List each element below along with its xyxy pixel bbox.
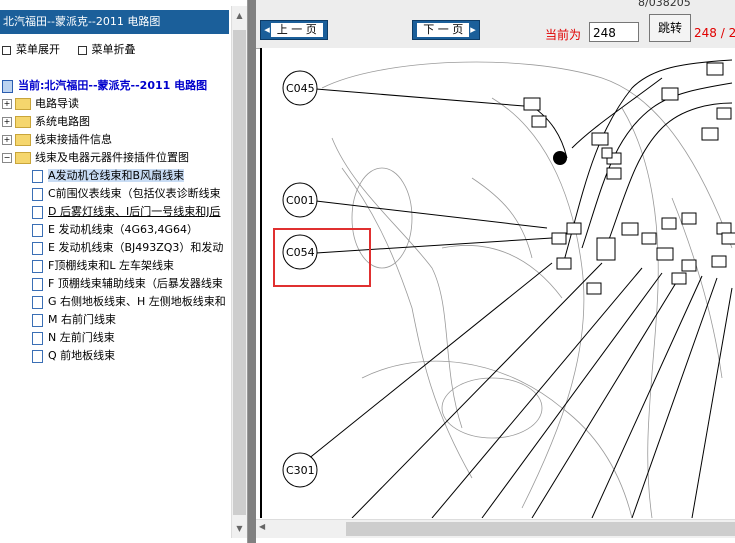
connector-c301-label[interactable]: C301 <box>286 464 315 477</box>
page-total: 248 / 2 <box>694 26 735 40</box>
document-icon <box>32 169 43 183</box>
tree-item[interactable]: A发动机仓线束和B风扇线束 <box>2 167 228 185</box>
current-page-label: 当前为 <box>545 28 582 42</box>
scroll-up-icon[interactable]: ▲ <box>232 8 247 23</box>
tree-folder[interactable]: + 线束接插件信息 <box>2 131 228 149</box>
connector-blocks <box>523 62 735 295</box>
connector-labels <box>282 70 318 488</box>
expand-icon <box>2 45 11 55</box>
plus-icon[interactable]: + <box>2 117 12 127</box>
sidebar-panel: 北汽福田--蒙派克--2011 电路图 菜单展开 菜单折叠 当前:北汽福田--蒙… <box>0 0 248 543</box>
tree-item[interactable]: D 后雾灯线束、I后门一号线束和J后 <box>2 203 228 221</box>
computer-icon <box>2 79 13 93</box>
tree-item[interactable]: E 发动机线束（4G63,4G64） <box>2 221 228 239</box>
folder-icon <box>15 134 31 146</box>
document-icon <box>32 205 43 219</box>
tree-item[interactable]: C前围仪表线束（包括仪表诊断线束 <box>2 185 228 203</box>
ground-point-icon <box>553 151 567 165</box>
folder-icon <box>15 116 31 128</box>
plus-icon[interactable]: + <box>2 99 12 109</box>
page-toolbar: 8/038205 ◂ 上 一 页 下 一 页 ▸ 当前为 248 跳转 248 / … <box>256 0 735 49</box>
connector-c001-label[interactable]: C001 <box>286 194 315 207</box>
document-icon <box>32 349 43 363</box>
folder-icon <box>15 98 31 110</box>
jump-button[interactable]: 跳转 <box>649 14 691 42</box>
sidebar-title: 北汽福田--蒙派克--2011 电路图 <box>0 10 229 34</box>
scroll-down-icon[interactable]: ▼ <box>232 521 247 536</box>
document-icon <box>32 187 43 201</box>
tree-folder[interactable]: − 线束及电器元器件接插件位置图 <box>2 149 228 167</box>
minus-icon[interactable]: − <box>2 153 12 163</box>
tree-root[interactable]: 当前:北汽福田--蒙派克--2011 电路图 <box>2 77 228 95</box>
document-number: 8/038205 <box>638 0 691 9</box>
tree-view: 当前:北汽福田--蒙派克--2011 电路图 + 电路导读 + 系统电路图 + 线束接… <box>2 77 228 365</box>
hscroll-thumb[interactable] <box>346 522 735 536</box>
connector-c045-label[interactable]: C045 <box>286 82 315 95</box>
document-icon <box>32 295 43 309</box>
tree-item[interactable]: Q 前地板线束 <box>2 347 228 365</box>
scroll-thumb[interactable] <box>233 30 246 515</box>
tree-item[interactable]: G 右侧地板线束、H 左侧地板线束和 <box>2 293 228 311</box>
diagram-hscrollbar[interactable]: ◀ <box>256 519 735 538</box>
collapse-all-button[interactable]: 菜单折叠 <box>77 43 136 56</box>
document-icon <box>32 241 43 255</box>
sidebar-scrollbar[interactable]: ▲ ▼ <box>231 6 247 538</box>
diagram-svg: C045 C001 C054 C301 <box>273 59 735 518</box>
tree-folder[interactable]: + 系统电路图 <box>2 113 228 131</box>
document-icon <box>32 223 43 237</box>
scroll-left-icon[interactable]: ◀ <box>259 522 265 531</box>
connector-c054-label[interactable]: C054 <box>286 246 315 259</box>
prev-page-button[interactable]: ◂ 上 一 页 <box>260 20 328 40</box>
tree-item[interactable]: F 顶棚线束辅助线束（后暴发器线束 <box>2 275 228 293</box>
vehicle-outline <box>321 61 733 518</box>
tree-item[interactable]: E 发动机线束（BJ493ZQ3）和发动 <box>2 239 228 257</box>
collapse-icon <box>77 45 87 55</box>
folder-open-icon <box>15 152 31 164</box>
tree-folder[interactable]: + 电路导读 <box>2 95 228 113</box>
expand-all-button[interactable]: 菜单展开 <box>2 43 60 56</box>
tree-item[interactable]: M 右前门线束 <box>2 311 228 329</box>
tree-item[interactable]: F顶棚线束和L 左车架线束 <box>2 257 228 275</box>
menu-controls: 菜单展开 菜单折叠 <box>2 41 136 57</box>
plus-icon[interactable]: + <box>2 135 12 145</box>
page-number-input[interactable]: 248 <box>589 22 639 42</box>
harness-wires <box>296 59 733 518</box>
diagram-panel: 8/038205 ◂ 上 一 页 下 一 页 ▸ 当前为 248 跳转 248 / … <box>256 0 735 543</box>
wiring-diagram: C045 C001 C054 C301 <box>260 48 735 518</box>
document-icon <box>32 331 43 345</box>
next-page-button[interactable]: 下 一 页 ▸ <box>412 20 480 40</box>
document-icon <box>32 313 43 327</box>
document-icon <box>32 277 43 291</box>
tree-item[interactable]: N 左前门线束 <box>2 329 228 347</box>
document-icon <box>32 259 43 273</box>
